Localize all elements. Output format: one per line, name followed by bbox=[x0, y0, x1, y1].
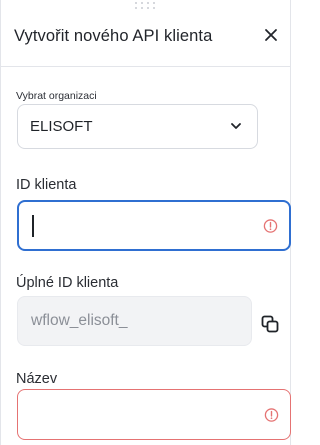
close-button[interactable] bbox=[258, 22, 284, 48]
organization-label: Vybrat organizaci bbox=[16, 90, 97, 102]
dialog-header: Vytvořit nového API klienta bbox=[1, 0, 290, 67]
chevron-down-icon bbox=[231, 123, 241, 129]
full-client-id-value: wflow_elisoft_ bbox=[31, 312, 128, 329]
close-icon bbox=[265, 29, 277, 41]
error-icon bbox=[263, 218, 278, 233]
organization-selected-value: ELISOFT bbox=[30, 118, 93, 135]
name-input[interactable] bbox=[17, 389, 291, 440]
create-api-client-panel: Vytvořit nového API klienta Vybrat organ… bbox=[0, 0, 291, 445]
organization-select[interactable]: ELISOFT bbox=[17, 104, 258, 149]
client-id-label: ID klienta bbox=[16, 177, 77, 193]
drag-handle[interactable] bbox=[135, 2, 157, 10]
dialog-title: Vytvořit nového API klienta bbox=[14, 27, 213, 45]
client-id-input[interactable] bbox=[17, 200, 291, 251]
full-client-id-label: Úplné ID klienta bbox=[16, 275, 119, 291]
name-label: Název bbox=[16, 371, 58, 387]
full-client-id-field: wflow_elisoft_ bbox=[17, 296, 252, 346]
text-caret bbox=[32, 214, 34, 237]
copy-icon[interactable] bbox=[261, 315, 279, 333]
error-icon bbox=[264, 407, 279, 422]
